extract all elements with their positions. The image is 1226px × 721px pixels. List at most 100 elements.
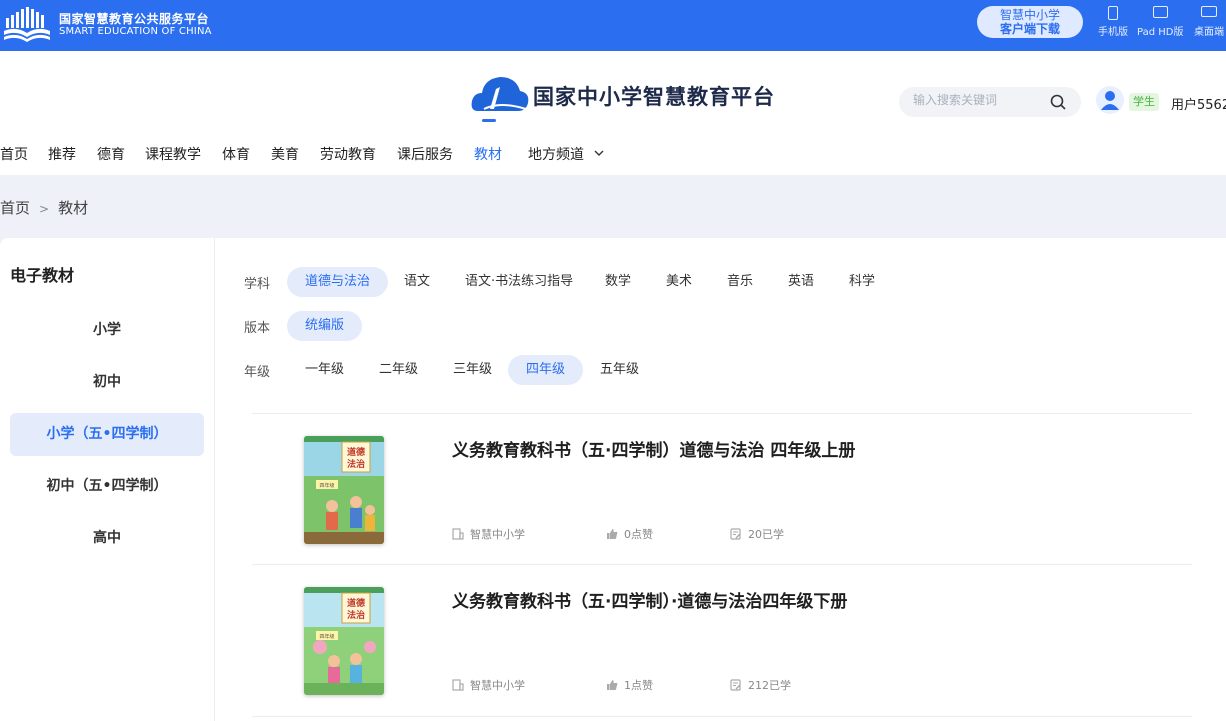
- breadcrumb: 首页 > 教材: [0, 197, 88, 218]
- breadcrumb-separator: >: [39, 202, 50, 216]
- nav-item-sports[interactable]: 体育: [222, 144, 250, 164]
- smart-education-logo-icon[interactable]: [2, 4, 52, 44]
- cover-title-1: 道德: [347, 597, 365, 609]
- search-box: [899, 87, 1081, 117]
- subject-label: 学科: [244, 277, 271, 292]
- download-line-2: 客户端下载: [999, 22, 1060, 36]
- grade-chip-2[interactable]: 二年级: [361, 355, 436, 385]
- book-cover-illustration: 道德 法治 四年级: [304, 436, 384, 544]
- role-badge: 学生: [1129, 93, 1159, 111]
- book-title[interactable]: 义务教育教科书（五·四学制）道德与法治 四年级上册: [452, 436, 855, 461]
- platform-logo-icon[interactable]: [470, 71, 530, 117]
- chevron-down-icon: [594, 150, 604, 156]
- org-name-en: SMART EDUCATION OF CHINA: [59, 26, 212, 37]
- content-card: 电子教材 小学 初中 小学（五•四学制） 初中（五•四学制） 高中 学科 道德与…: [0, 238, 1226, 721]
- nav-item-course[interactable]: 课程教学: [145, 144, 201, 164]
- nav-item-after-school[interactable]: 课后服务: [397, 144, 453, 164]
- nav-item-home[interactable]: 首页: [0, 144, 28, 164]
- device-desktop-label: 桌面端: [1194, 27, 1224, 38]
- book-likes: 1点赞: [606, 677, 653, 693]
- edition-chip-tongbian[interactable]: 统编版: [287, 311, 363, 341]
- subject-chip-chinese[interactable]: 语文: [386, 267, 448, 297]
- book-likes: 0点赞: [606, 526, 653, 542]
- breadcrumb-current: 教材: [58, 199, 89, 217]
- nav-item-moral[interactable]: 德育: [97, 144, 125, 164]
- book-likes-label: 0点赞: [624, 528, 653, 541]
- sidebar: 电子教材 小学 初中 小学（五•四学制） 初中（五•四学制） 高中: [0, 238, 215, 721]
- study-record-icon: [730, 679, 741, 691]
- tablet-icon: [1152, 6, 1168, 18]
- subject-chip-english[interactable]: 英语: [770, 267, 832, 297]
- list-item[interactable]: 道德 法治 四年级 义务教育教科书（五·四学制）道德与法治 四年级上册 智慧中小…: [252, 414, 1192, 564]
- device-desktop-link[interactable]: 桌面端: [1194, 6, 1224, 38]
- book-likes-label: 1点赞: [624, 679, 653, 692]
- book-cover-image[interactable]: 道德 法治 四年级: [304, 587, 384, 695]
- org-name-cn: 国家智慧教育公共服务平台: [59, 12, 210, 26]
- search-input[interactable]: [913, 93, 1043, 107]
- book-learners: 212已学: [730, 677, 791, 693]
- cover-title-2: 法治: [347, 458, 365, 470]
- sidebar-item-primary-54[interactable]: 小学（五•四学制）: [10, 413, 204, 456]
- username[interactable]: 用户5562: [1171, 94, 1226, 113]
- device-mobile-link[interactable]: 手机版: [1098, 6, 1128, 38]
- sidebar-item-junior-54[interactable]: 初中（五•四学制）: [10, 465, 204, 508]
- top-bar: 国家智慧教育公共服务平台 SMART EDUCATION OF CHINA 智慧…: [0, 0, 1226, 51]
- sidebar-item-junior[interactable]: 初中: [10, 361, 204, 404]
- breadcrumb-home[interactable]: 首页: [0, 199, 30, 217]
- avatar[interactable]: [1096, 86, 1124, 114]
- sidebar-title: 电子教材: [10, 266, 75, 285]
- book-cover-illustration: 道德 法治 四年级: [304, 587, 384, 695]
- nav-item-local-label: 地方频道: [528, 147, 584, 163]
- book-publisher-label: 智慧中小学: [470, 528, 525, 541]
- sidebar-item-primary[interactable]: 小学: [10, 309, 204, 352]
- subject-chip-music[interactable]: 音乐: [709, 267, 771, 297]
- book-learners-label: 212已学: [748, 679, 791, 692]
- subject-chip-calligraphy[interactable]: 语文·书法练习指导: [447, 267, 591, 297]
- book-learners: 20已学: [730, 526, 784, 542]
- thumbs-up-icon: [607, 680, 618, 690]
- study-record-icon: [730, 528, 741, 540]
- list-item[interactable]: 道德 法治 四年级 义务教育教科书（五·四学制）·道德与法治四年级下册 智慧中小…: [252, 565, 1192, 715]
- client-download-button[interactable]: 智慧中小学 客户端下载: [977, 6, 1083, 38]
- nav-item-textbook[interactable]: 教材: [474, 144, 502, 164]
- phone-icon: [1108, 6, 1118, 20]
- subject-chip-art[interactable]: 美术: [648, 267, 710, 297]
- desktop-icon: [1201, 6, 1217, 17]
- subject-chip-ethics[interactable]: 道德与法治: [287, 267, 389, 297]
- subject-chip-math[interactable]: 数学: [587, 267, 649, 297]
- grade-chip-4[interactable]: 四年级: [508, 355, 584, 385]
- nav-item-recommend[interactable]: 推荐: [48, 144, 76, 164]
- nav-active-indicator: [482, 119, 496, 122]
- book-publisher-label: 智慧中小学: [470, 679, 525, 692]
- grade-chip-5[interactable]: 五年级: [582, 355, 657, 385]
- platform-title: 国家中小学智慧教育平台: [533, 85, 775, 109]
- nav-item-local[interactable]: 地方频道: [528, 144, 604, 164]
- grade-chip-3[interactable]: 三年级: [435, 355, 510, 385]
- thumbs-up-icon: [607, 529, 618, 539]
- book-cover-image[interactable]: 道德 法治 四年级: [304, 436, 384, 544]
- search-icon[interactable]: [1050, 94, 1066, 110]
- subject-chip-science[interactable]: 科学: [831, 267, 893, 297]
- cover-grade: 四年级: [319, 482, 334, 489]
- grade-label: 年级: [244, 365, 271, 380]
- device-pad-link[interactable]: Pad HD版: [1137, 6, 1183, 38]
- book-publisher: 智慧中小学: [452, 677, 525, 693]
- nav-item-labor[interactable]: 劳动教育: [320, 144, 376, 164]
- list-divider: [252, 716, 1192, 717]
- cover-title-2: 法治: [347, 609, 365, 621]
- book-learners-label: 20已学: [748, 528, 784, 541]
- grade-chip-1[interactable]: 一年级: [287, 355, 362, 385]
- device-pad-label: Pad HD版: [1137, 27, 1184, 38]
- edition-label: 版本: [244, 321, 271, 336]
- cover-title-1: 道德: [347, 446, 365, 458]
- book-title[interactable]: 义务教育教科书（五·四学制）·道德与法治四年级下册: [452, 587, 847, 612]
- sidebar-item-senior[interactable]: 高中: [10, 517, 204, 560]
- building-icon: [452, 528, 464, 540]
- nav-item-arts[interactable]: 美育: [271, 144, 299, 164]
- device-mobile-label: 手机版: [1098, 27, 1128, 38]
- book-publisher: 智慧中小学: [452, 526, 525, 542]
- cover-grade: 四年级: [319, 633, 334, 640]
- download-line-1: 智慧中小学: [999, 8, 1060, 22]
- building-icon: [452, 679, 464, 691]
- user-icon: [1101, 91, 1119, 110]
